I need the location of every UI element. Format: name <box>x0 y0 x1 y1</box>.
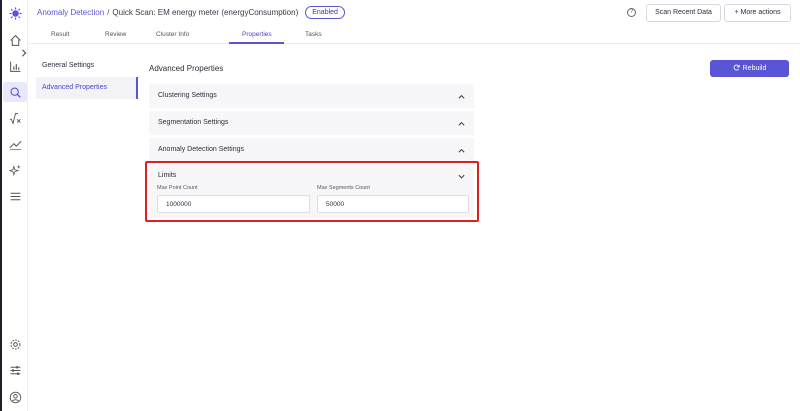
accordion-label: Segmentation Settings <box>158 119 229 126</box>
red-highlight-box <box>145 161 479 222</box>
chevron-up-icon <box>458 94 465 99</box>
refresh-icon <box>733 64 740 71</box>
trend-icon[interactable] <box>7 136 23 152</box>
accordion-clustering-settings[interactable]: Clustering Settings <box>149 84 474 108</box>
sparkle-icon[interactable] <box>7 162 23 178</box>
breadcrumb-anomaly-detection[interactable]: Anomaly Detection <box>37 8 104 17</box>
plus-icon: + <box>734 9 739 16</box>
rebuild-label: Rebuild <box>742 65 767 72</box>
status-badge: Enabled <box>305 6 345 19</box>
rebuild-button[interactable]: Rebuild <box>710 60 789 77</box>
accordion-anomaly-detection-settings[interactable]: Anomaly Detection Settings <box>149 138 474 162</box>
expand-sidebar-chevron-icon[interactable] <box>18 46 30 60</box>
app-logo-icon[interactable] <box>7 5 23 21</box>
page-header: Anomaly Detection / Quick Scan: EM energ… <box>29 0 800 26</box>
accordion-label: Anomaly Detection Settings <box>158 146 244 153</box>
left-rail <box>2 0 28 411</box>
menu-icon[interactable] <box>7 188 23 204</box>
settings-nav-general[interactable]: General Settings <box>36 55 138 77</box>
tab-result[interactable]: Result <box>51 31 69 38</box>
chevron-up-icon <box>458 148 465 153</box>
bar-chart-icon[interactable] <box>7 58 23 74</box>
settings-nav-advanced-properties[interactable]: Advanced Properties <box>36 77 138 99</box>
tab-cluster-info[interactable]: Cluster Info <box>156 31 189 38</box>
more-actions-label: More actions <box>740 9 781 16</box>
tab-review[interactable]: Review <box>105 31 126 38</box>
breadcrumb-separator: / <box>107 8 110 17</box>
tab-bar: Result Review Cluster Info Properties Ta… <box>29 30 800 44</box>
sliders-icon[interactable] <box>7 362 23 378</box>
sqrt-icon[interactable] <box>7 110 23 126</box>
user-icon[interactable] <box>7 389 23 405</box>
accordion-label: Clustering Settings <box>158 92 217 99</box>
breadcrumb: Anomaly Detection / Quick Scan: EM energ… <box>37 6 345 19</box>
tab-properties[interactable]: Properties <box>242 31 272 38</box>
tab-tasks[interactable]: Tasks <box>305 31 322 38</box>
active-tab-indicator <box>229 42 284 44</box>
app-window: Anomaly Detection / Quick Scan: EM energ… <box>0 0 800 411</box>
chevron-up-icon <box>458 121 465 126</box>
accordion-segmentation-settings[interactable]: Segmentation Settings <box>149 111 474 135</box>
help-icon[interactable]: ? <box>627 8 636 17</box>
search-icon[interactable] <box>7 84 23 100</box>
scan-recent-data-button[interactable]: Scan Recent Data <box>646 4 721 22</box>
breadcrumb-current-page: Quick Scan: EM energy meter (energyConsu… <box>112 8 299 17</box>
more-actions-button[interactable]: + More actions <box>724 4 791 22</box>
settings-icon[interactable] <box>7 336 23 352</box>
page-title: Advanced Properties <box>149 64 224 73</box>
